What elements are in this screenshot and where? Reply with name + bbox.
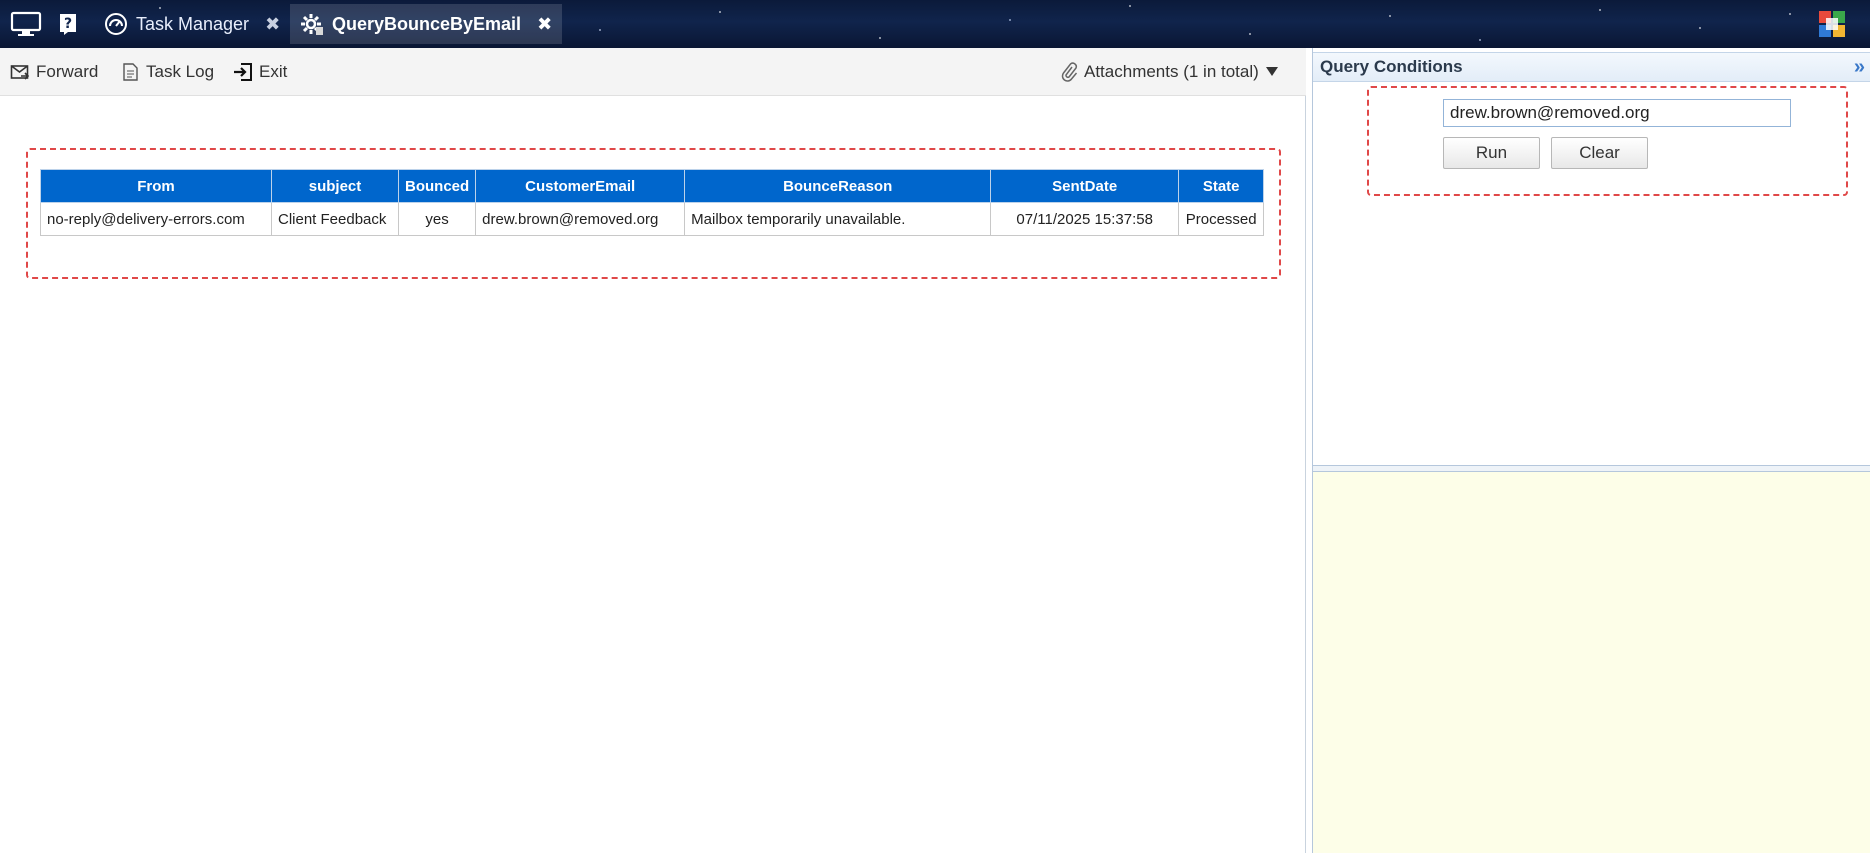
panel-title: Query Conditions [1320,57,1463,76]
column-header-subject[interactable]: subject [271,169,399,203]
query-conditions-pane: Query Conditions » Email Run Clear [1312,48,1870,853]
email-field[interactable] [1443,99,1791,127]
dashboard-icon [104,12,128,36]
forward-label: Forward [36,62,99,81]
close-icon[interactable]: ✖ [265,14,280,35]
column-header-state[interactable]: State [1178,169,1265,203]
cell-customer-email: drew.brown@removed.org [475,202,686,236]
table-header-row: From subject Bounced CustomerEmail Bounc… [40,169,1265,203]
cell-bounced: yes [397,202,477,236]
log-icon [120,62,140,82]
gear-icon [300,12,324,36]
cell-state: Processed [1178,202,1265,236]
collapse-icon[interactable]: » [1854,57,1865,77]
column-header-customer-email[interactable]: CustomerEmail [475,169,686,203]
clear-button[interactable]: Clear [1551,137,1648,169]
mail-forward-icon [10,63,30,81]
column-header-from[interactable]: From [40,169,272,203]
bounce-results-table: From subject Bounced CustomerEmail Bounc… [40,169,1265,236]
help-icon[interactable]: ? [52,8,84,40]
exit-label: Exit [259,62,288,81]
exit-button[interactable]: Exit [233,48,287,96]
close-icon[interactable]: ✖ [537,14,552,35]
svg-text:?: ? [64,16,72,32]
column-header-sent-date[interactable]: SentDate [990,169,1180,203]
cell-subject: Client Feedback [271,202,399,236]
main-pane: Forward Task Log Exit Attachments (1 in … [0,48,1306,853]
forward-button[interactable]: Forward [10,48,98,96]
query-conditions-header: Query Conditions » [1313,52,1870,82]
info-area [1313,472,1870,853]
tab-query-bounce-by-email[interactable]: QueryBounceByEmail ✖ [290,4,563,44]
panel-splitter[interactable] [1313,465,1870,472]
attachments-label: Attachments (1 in total) [1084,62,1259,81]
run-button[interactable]: Run [1443,137,1540,169]
toolbar: Forward Task Log Exit Attachments (1 in … [0,48,1306,96]
cell-sent-date: 07/11/2025 15:37:58 [990,202,1180,236]
cell-bounce-reason: Mailbox temporarily unavailable. [684,202,992,236]
tab-label: Task Manager [136,13,250,34]
table-row[interactable]: no-reply@delivery-errors.com Client Feed… [40,202,1265,236]
attachments-dropdown[interactable]: Attachments (1 in total) [1060,48,1279,96]
tab-label: QueryBounceByEmail [332,13,522,34]
task-log-label: Task Log [146,62,215,81]
monitor-icon[interactable] [10,8,42,40]
cell-from: no-reply@delivery-errors.com [40,202,272,236]
triangle-down-icon [1265,62,1279,82]
column-header-bounced[interactable]: Bounced [397,169,477,203]
task-log-button[interactable]: Task Log [120,48,214,96]
exit-icon [233,62,253,82]
tab-task-manager[interactable]: Task Manager ✖ [94,4,290,44]
paperclip-icon [1060,62,1078,82]
top-tab-bar: ? Task Manager ✖ QueryBounceByEmail ✖ [0,0,1870,48]
column-header-bounce-reason[interactable]: BounceReason [684,169,992,203]
app-logo-icon[interactable] [1816,8,1848,40]
